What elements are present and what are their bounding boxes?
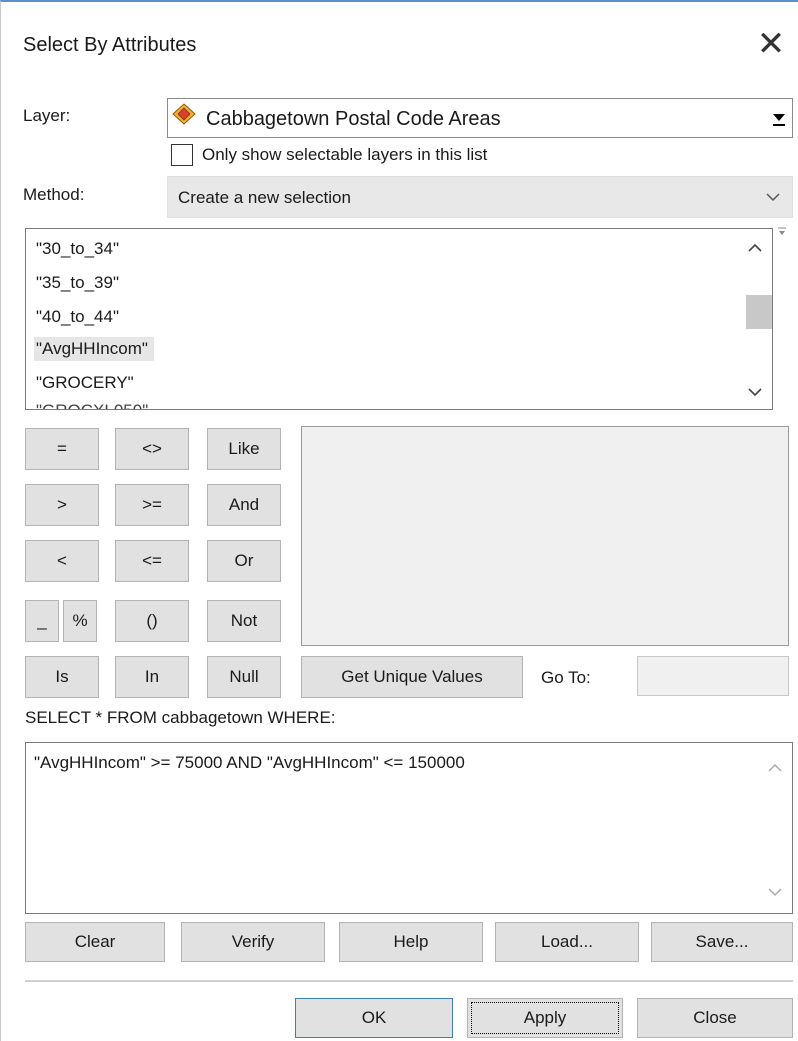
- like-button[interactable]: Like: [207, 428, 281, 470]
- only-selectable-label: Only show selectable layers in this list: [202, 145, 488, 164]
- goto-input[interactable]: [637, 656, 789, 696]
- verify-button[interactable]: Verify: [181, 922, 325, 962]
- field-item[interactable]: "30_to_34": [36, 239, 119, 259]
- goto-label: Go To:: [541, 668, 591, 687]
- greater-equal-button[interactable]: >=: [115, 484, 189, 526]
- select-by-attributes-dialog: Select By Attributes ✕ Layer: Cabbagetow…: [0, 0, 798, 1041]
- clear-button[interactable]: Clear: [25, 922, 165, 962]
- in-button[interactable]: In: [115, 656, 189, 698]
- dropdown-arrow-icon[interactable]: [772, 109, 786, 129]
- dialog-title: Select By Attributes: [23, 34, 197, 56]
- less-equal-button[interactable]: <=: [115, 540, 189, 582]
- method-dropdown[interactable]: Create a new selection: [167, 176, 793, 218]
- get-unique-values-button[interactable]: Get Unique Values: [301, 656, 523, 698]
- scroll-up-icon[interactable]: [748, 243, 762, 253]
- field-item[interactable]: "GROCERY": [36, 373, 134, 393]
- not-equal-button[interactable]: <>: [115, 428, 189, 470]
- parentheses-button[interactable]: (): [115, 600, 189, 642]
- is-button[interactable]: Is: [25, 656, 99, 698]
- scroll-down-icon[interactable]: [748, 387, 762, 397]
- expression-textarea[interactable]: "AvgHHIncom" >= 75000 AND "AvgHHIncom" <…: [25, 742, 793, 914]
- close-icon[interactable]: ✕: [751, 24, 791, 64]
- separator: [25, 980, 793, 982]
- not-button[interactable]: Not: [207, 600, 281, 642]
- field-item[interactable]: "40_to_44": [36, 307, 119, 327]
- scroll-down-icon[interactable]: [768, 887, 782, 897]
- title-bar: Select By Attributes ✕: [1, 2, 798, 90]
- field-list-scrollbar[interactable]: [738, 229, 772, 409]
- close-button[interactable]: Close: [637, 998, 793, 1038]
- greater-than-button[interactable]: >: [25, 484, 99, 526]
- layer-dropdown[interactable]: Cabbagetown Postal Code Areas: [167, 98, 793, 138]
- percent-wildcard-button[interactable]: %: [63, 600, 97, 642]
- select-statement-label: SELECT * FROM cabbagetown WHERE:: [25, 708, 336, 727]
- apply-button[interactable]: Apply: [467, 998, 623, 1038]
- scroll-thumb[interactable]: [746, 295, 772, 329]
- null-button[interactable]: Null: [207, 656, 281, 698]
- unique-values-list[interactable]: [301, 426, 789, 646]
- method-label: Method:: [23, 185, 85, 204]
- polygon-layer-icon: [172, 103, 196, 125]
- underscore-wildcard-button[interactable]: _: [25, 600, 59, 642]
- layer-value: Cabbagetown Postal Code Areas: [206, 108, 501, 130]
- ok-button[interactable]: OK: [295, 998, 453, 1038]
- help-button[interactable]: Help: [339, 922, 483, 962]
- expression-text: "AvgHHIncom" >= 75000 AND "AvgHHIncom" <…: [34, 753, 465, 772]
- less-than-button[interactable]: <: [25, 540, 99, 582]
- field-list[interactable]: "30_to_34" "35_to_39" "40_to_44" "AvgHHI…: [25, 228, 773, 410]
- field-item-selected[interactable]: "AvgHHIncom": [34, 337, 154, 361]
- and-button[interactable]: And: [207, 484, 281, 526]
- layer-label: Layer:: [23, 106, 71, 125]
- equals-button[interactable]: =: [25, 428, 99, 470]
- method-value: Create a new selection: [178, 188, 351, 207]
- only-selectable-checkbox[interactable]: [171, 144, 193, 166]
- list-options-icon[interactable]: [777, 226, 787, 238]
- chevron-down-icon: [766, 193, 780, 202]
- field-item-partial[interactable]: "GROCXL050": [36, 401, 148, 409]
- load-button[interactable]: Load...: [495, 922, 639, 962]
- scroll-up-icon[interactable]: [768, 763, 782, 773]
- field-item[interactable]: "35_to_39": [36, 273, 119, 293]
- or-button[interactable]: Or: [207, 540, 281, 582]
- save-button[interactable]: Save...: [651, 922, 793, 962]
